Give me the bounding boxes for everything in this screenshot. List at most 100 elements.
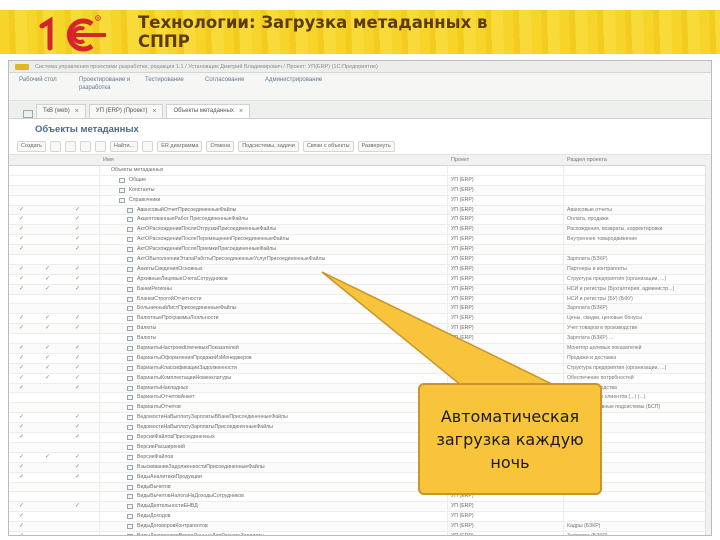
row-project: УП (ERP) bbox=[451, 186, 474, 193]
section-approval[interactable]: Согласование bbox=[205, 77, 255, 85]
table-row[interactable]: ✓ ✓ АктОРасхожденииПослеПриемкиПрисоединен… bbox=[9, 245, 711, 256]
table-row[interactable]: ✓ ✓ ✓ ВариантыНастроекКлючевыхПоказателей УП… bbox=[9, 344, 711, 354]
column-divider bbox=[99, 166, 100, 535]
table-row[interactable]: ВидыВычетовУП (ERP) bbox=[9, 482, 711, 493]
table-row[interactable]: ✓ ВидыДоговоровКонтрагентов УП (ERP) Кадры … bbox=[9, 522, 711, 532]
close-icon[interactable]: × bbox=[152, 105, 156, 118]
table-row[interactable]: ✓ ✓ АвансовыйОтчетПрисоединенныеФайлы УП (E… bbox=[9, 205, 711, 216]
column-project[interactable]: Проект bbox=[451, 157, 469, 163]
table-row[interactable]: ✓ ✓ АктОРасхожденииПослеПеремещенияПрисоед… bbox=[9, 235, 711, 246]
vertical-scrollbar[interactable] bbox=[705, 165, 711, 535]
catalog-icon bbox=[127, 425, 133, 431]
table-row[interactable]: ✓ ✓ ✓ БанкиРегионы УП (ERP) НСИ и регистры (Б… bbox=[9, 284, 711, 295]
row-section: Зарплата (БЗКР) ... bbox=[567, 335, 614, 342]
checkmark-icon: ✓ bbox=[45, 325, 51, 332]
table-row[interactable]: БланкиСтрогойОтчетности УП (ERP) НСИ и рег… bbox=[9, 295, 711, 305]
checkmark-icon: ✓ bbox=[45, 265, 51, 272]
row-name: ВалютныеПрограммыЛояльности bbox=[137, 315, 219, 322]
row-project: УП (ERP) bbox=[451, 256, 474, 263]
table-row[interactable]: ✓✓✓ВерсииФайловУП (ERP) bbox=[9, 453, 711, 463]
row-name: ВзыскиваниеЗадолженностиПрисоединенныеФа… bbox=[137, 463, 265, 470]
table-row[interactable]: ✓✓ВариантыНакладныхУП (ERP)НСИ и произво… bbox=[9, 383, 711, 394]
home-icon[interactable] bbox=[23, 110, 33, 118]
tree-group-row[interactable]: Справочники УП (ERP) bbox=[9, 196, 711, 206]
column-name[interactable]: Имя bbox=[103, 157, 114, 163]
section-desktop[interactable]: Рабочий стол bbox=[19, 77, 69, 85]
table-row[interactable]: БольничныйЛистПрисоединенныеФайлы УП (ERP… bbox=[9, 304, 711, 315]
tree-group-row[interactable]: Константы УП (ERP) bbox=[9, 185, 711, 196]
table-row[interactable]: ✓ ✓ ВидыДеятельностиЕНВД УП (ERP) bbox=[9, 502, 711, 513]
close-icon[interactable]: × bbox=[239, 105, 243, 118]
delete-icon[interactable] bbox=[79, 141, 91, 152]
checkmark-icon: ✓ bbox=[19, 236, 25, 243]
table-row[interactable]: ✓ ✓ ✓ Валюты УП (ERP) Учет товаров в производ… bbox=[9, 324, 711, 335]
table-row[interactable]: ✓ ✓ ✓ ВариантыКлассификацииЗадолженности УП … bbox=[9, 363, 711, 374]
table-row[interactable]: ✓ ВидыДокументовВводаДанныхДляРасчетаЗарп… bbox=[9, 532, 711, 535]
catalog-icon bbox=[127, 227, 133, 233]
row-name: АнкетыСведенияОсновных bbox=[137, 265, 203, 272]
section-testing[interactable]: Тестирование bbox=[145, 77, 195, 85]
links-button[interactable]: Связи с объекты bbox=[302, 141, 354, 152]
open-windows-tabs: ТкВ (web) × УП (ERP) (Проект) × Объекты ме… bbox=[9, 101, 711, 119]
checkmark-icon: ✓ bbox=[19, 503, 25, 510]
cancel-search-icon[interactable] bbox=[142, 141, 154, 152]
cancel-button[interactable]: Отмена bbox=[206, 141, 235, 152]
table-row[interactable]: ВариантыОтчетовУП (ERP)Административные … bbox=[9, 403, 711, 414]
folder-icon[interactable] bbox=[94, 141, 106, 152]
tab-tkv[interactable]: ТкВ (web) × bbox=[36, 104, 86, 118]
column-section[interactable]: Раздел проекта bbox=[567, 157, 607, 163]
find-button[interactable]: Найти... bbox=[109, 141, 139, 152]
table-row[interactable]: ✓ ✓ ВедомостиНаВыплатуЗарплатыПрисоединенн… bbox=[9, 423, 711, 434]
row-name: ВариантыКлассификацииЗадолженности bbox=[137, 364, 237, 371]
checkmark-icon: ✓ bbox=[75, 364, 81, 371]
expand-button[interactable]: Развернуть bbox=[357, 141, 395, 152]
tree-group-label: Справочники bbox=[129, 196, 161, 203]
tree-root-row[interactable]: Объекты метаданных bbox=[9, 166, 711, 176]
table-row[interactable]: ✓ ✓ АкцептованныеРабот.ПрисоединенныеФайлы… bbox=[9, 215, 711, 226]
catalog-icon bbox=[127, 494, 133, 500]
table-row[interactable]: ✓ ВидыДоходов УП (ERP) bbox=[9, 512, 711, 523]
row-name: ВидыДеятельностиЕНВД bbox=[137, 503, 198, 510]
er-diagram-button[interactable]: ER диаграмма bbox=[157, 141, 203, 152]
edit-icon[interactable] bbox=[64, 141, 76, 152]
table-row[interactable]: ВерсииРасширенийУП (ERP) bbox=[9, 442, 711, 453]
row-project: УП (ERP) bbox=[451, 176, 474, 183]
table-row[interactable]: ✓ ✓ АктОРасхожденииПослеОтгрузкиПрисоедине… bbox=[9, 225, 711, 236]
checkmark-icon: ✓ bbox=[75, 246, 81, 253]
table-row[interactable]: ✓ ✓ ✓ АнкетыСведенияОсновных УП (ERP) Партнер… bbox=[9, 264, 711, 275]
table-row[interactable]: ВариантыОтчетовАнкетУП (ERP)Анкетировани… bbox=[9, 393, 711, 404]
table-row[interactable]: ✓ ✓ ✓ ВариантыОформленияПродажиИзМенеджеров… bbox=[9, 354, 711, 364]
row-project: УП (ERP) bbox=[451, 345, 474, 352]
row-section: Зарплата (БЗКР) bbox=[567, 256, 608, 263]
table-row[interactable]: ВидыВычетовНалогаНаДоходыСотрудников УП (… bbox=[9, 492, 711, 503]
table-row[interactable]: ✓ ✓ ВедомостиНаВыплатуЗарплатыВБанкПрисоед… bbox=[9, 413, 711, 424]
folder-icon bbox=[119, 177, 125, 183]
copy-icon[interactable] bbox=[49, 141, 61, 152]
table-row[interactable]: ✓ ✓ ВзыскиваниеЗадолженностиПрисоединенные… bbox=[9, 462, 711, 473]
tree-group-row[interactable]: Общие УП (ERP) bbox=[9, 176, 711, 186]
section-admin[interactable]: Администрирование bbox=[265, 77, 345, 85]
table-row[interactable]: ✓✓ВидыАналитикиПродукцииУП (ERP) bbox=[9, 473, 711, 483]
create-button[interactable]: Создать bbox=[17, 141, 46, 152]
catalog-icon bbox=[127, 395, 133, 401]
table-row[interactable]: ✓ ✓ ✓ ВалютныеПрограммыЛояльности УП (ERP) Це… bbox=[9, 314, 711, 325]
subsystems-button[interactable]: Подсистемы, задачи bbox=[238, 141, 299, 152]
table-row[interactable]: АктОВыполненииЭтапаРаботыПрисоединенныеУ… bbox=[9, 255, 711, 265]
catalog-icon bbox=[127, 385, 133, 391]
table-row[interactable]: ✓ ✓ ✓ АрхивныеЛицевыеСчетаСотрудников УП (ER… bbox=[9, 275, 711, 285]
slide-header: R Технологии: Загрузка метаданных в СППР bbox=[0, 0, 720, 62]
section-design[interactable]: Проектирование и разработка bbox=[79, 77, 135, 92]
table-row[interactable]: ✓✓ВерсииФайловПрисоединенныхУП (ERP) bbox=[9, 433, 711, 443]
close-icon[interactable]: × bbox=[75, 105, 79, 118]
row-name: ВидыДоходов bbox=[137, 513, 171, 520]
tab-metadata-objects[interactable]: Объекты метаданных × bbox=[166, 104, 251, 118]
table-row[interactable]: ✓ ✓ ✓ ВариантыКомплектацииНоменклатуры УП (E… bbox=[9, 374, 711, 384]
row-name: ВариантыОтчетов bbox=[137, 404, 181, 411]
form-title: Объекты метаданных bbox=[35, 124, 139, 135]
row-name: ВерсииФайловПрисоединенных bbox=[137, 434, 215, 441]
slide-title: Технологии: Загрузка метаданных в СППР bbox=[138, 13, 488, 51]
folder-icon bbox=[119, 187, 125, 193]
table-row[interactable]: Валюты УП (ERP) Зарплата (БЗКР) ... bbox=[9, 334, 711, 345]
tab-project[interactable]: УП (ERP) (Проект) × bbox=[88, 104, 164, 118]
checkmark-icon: ✓ bbox=[19, 513, 25, 520]
